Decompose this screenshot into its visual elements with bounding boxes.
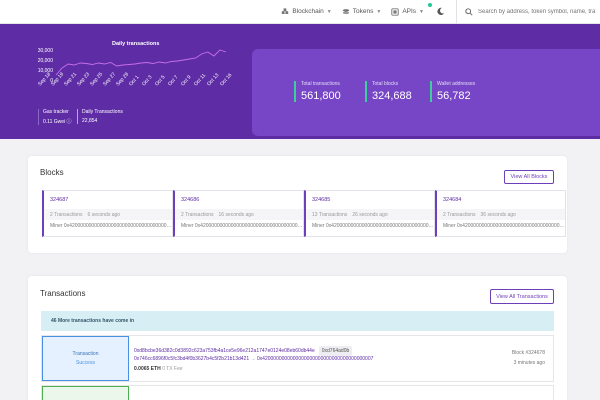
x-tick-label: Oct 13 — [206, 72, 220, 87]
block-number-link[interactable]: 324686 — [181, 197, 199, 203]
nav-blockchain[interactable]: Blockchain ▼ — [281, 7, 332, 16]
block-tile[interactable]: 324684 2 Transactions 36 seconds ago Mine… — [435, 190, 566, 237]
nav-blockchain-label: Blockchain — [292, 8, 324, 15]
transaction-hash-line: 0xd8bcbe36d382c0d3892c623a753fb4a1ce5e96… — [134, 346, 353, 356]
transaction-block-info: Block #324678 3 minutes ago — [512, 348, 545, 368]
x-tick-label: Sep 23 — [76, 71, 91, 87]
info-icon: ⓘ — [66, 119, 72, 125]
block-tx-count[interactable]: 2 Transactions — [181, 212, 214, 218]
tokens-icon — [342, 8, 349, 14]
top-nav: Blockchain ▼ Tokens ▼ APIs ▼ — [0, 0, 600, 24]
x-tick-label: Oct 3 — [141, 74, 154, 87]
chevron-down-icon: ▼ — [376, 8, 382, 15]
from-address-link[interactable]: 0x746cc6896f0c5fc3bd4f0b3627b4c5f2b21b13… — [134, 356, 249, 362]
blocks-card: Blocks View All Blocks 324687 2 Transact… — [28, 156, 567, 253]
stats-panel: Total transactions 561,800 Total blocks … — [252, 49, 600, 136]
transaction-value: 0.0065 ETH — [134, 366, 161, 372]
x-tick-label: Oct 7 — [167, 74, 180, 87]
transaction-row: Transaction Success 0xd8bcbe36d382c0d389… — [41, 335, 554, 382]
view-all-transactions-button[interactable]: View All Transactions — [490, 289, 554, 304]
x-tick-label: Oct 5 — [154, 74, 167, 87]
x-tick-label: Oct 11 — [193, 72, 207, 87]
block-miner[interactable]: Miner 0x42000000000000000000000000000000… — [443, 223, 566, 229]
chevron-down-icon: ▼ — [419, 8, 424, 15]
series-line — [55, 49, 227, 76]
api-icon — [391, 7, 399, 16]
search-bar — [456, 0, 596, 24]
nav-apis-label: APIs — [402, 8, 417, 15]
method-badge: 0xd764ad0b — [318, 346, 353, 356]
block-miner[interactable]: Miner 0x42000000000000000000000000000000… — [181, 223, 304, 229]
block-tx-count[interactable]: 2 Transactions — [50, 212, 83, 218]
transaction-hash-link[interactable]: 0xd8bcbe36d382c0d3892c623a753fb4a1ce5e96… — [134, 348, 315, 354]
nav-tokens-label: Tokens — [352, 8, 374, 15]
y-tick-label: 20,000 — [38, 58, 54, 64]
transaction-type: Transaction — [72, 351, 99, 357]
gas-tracker-label: Gas tracker — [43, 109, 69, 115]
block-age: 16 seconds ago — [218, 211, 254, 218]
transaction-block-link[interactable]: Block #324678 — [512, 348, 545, 358]
daily-transactions-label: Daily Transactions — [82, 109, 123, 115]
transaction-status — [42, 386, 129, 400]
x-tick-label: Oct 16 — [219, 72, 233, 87]
block-miner[interactable]: Miner 0x42000000000000000000000000000000… — [312, 223, 435, 229]
transaction-status-text: Success — [76, 360, 95, 366]
stat-label: Total transactions — [301, 81, 340, 87]
block-tx-count[interactable]: 2 Transactions — [443, 212, 476, 218]
search-input[interactable] — [478, 8, 596, 15]
stat-label: Wallet addresses — [437, 81, 476, 87]
y-tick-label: 30,000 — [38, 48, 54, 54]
blocks-title: Blocks — [40, 168, 64, 177]
block-miner[interactable]: Miner 0x42000000000000000000000000000000… — [50, 223, 173, 229]
transaction-row — [41, 385, 554, 400]
block-age: 26 seconds ago — [352, 211, 388, 218]
block-age: 6 seconds ago — [87, 211, 121, 218]
daily-transactions-stat: Daily Transactions 22,854 — [77, 109, 123, 124]
transactions-card: Transactions View All Transactions 46 Mo… — [28, 276, 567, 400]
new-transactions-alert[interactable]: 46 More transactions have come in — [41, 311, 554, 331]
cubes-icon — [282, 7, 289, 14]
block-age: 36 seconds ago — [480, 211, 516, 218]
gas-tracker[interactable]: Gas tracker 0.11 Gwei ⓘ — [38, 109, 72, 125]
daily-transactions-value: 22,854 — [82, 118, 98, 124]
stat-value: 324,688 — [372, 90, 412, 102]
transaction-fee: 0 TX Fee — [162, 366, 183, 372]
transaction-value-line: 0.0065 ETH 0 TX Fee — [134, 366, 183, 372]
search-icon — [465, 7, 473, 16]
stat-label: Total blocks — [372, 81, 399, 87]
stat-total-transactions: Total transactions 561,800 — [294, 81, 341, 102]
block-tx-count[interactable]: 13 Transactions — [312, 212, 347, 218]
block-number-link[interactable]: 324687 — [50, 197, 68, 203]
block-number-link[interactable]: 324685 — [312, 197, 330, 203]
transactions-title: Transactions — [40, 289, 86, 298]
nav-apis[interactable]: APIs ▼ — [391, 7, 424, 16]
gas-tracker-value: 0.11 Gwei — [43, 119, 66, 125]
block-number-link[interactable]: 324684 — [443, 197, 461, 203]
stat-value: 561,800 — [301, 90, 341, 102]
x-tick-label: Oct 1 — [128, 74, 141, 87]
stat-value: 56,782 — [437, 90, 471, 102]
nav-tokens[interactable]: Tokens ▼ — [342, 8, 382, 16]
chevron-down-icon: ▼ — [326, 8, 332, 15]
transaction-age: 3 minutes ago — [513, 360, 545, 366]
block-tile[interactable]: 324685 13 Transactions 26 seconds ago Min… — [304, 190, 435, 237]
status-dot — [428, 2, 432, 7]
x-tick-label: Sep 25 — [89, 71, 104, 87]
stat-wallet-addresses: Wallet addresses 56,782 — [430, 81, 475, 102]
x-tick-label: Sep 27 — [102, 71, 117, 87]
transaction-status: Transaction Success — [42, 336, 129, 381]
theme-toggle-button[interactable] — [428, 2, 446, 18]
moon-icon — [436, 7, 444, 16]
transaction-address-line: 0x746cc6896f0c5fc3bd4f0b3627b4c5f2b21b13… — [134, 356, 373, 362]
block-tile[interactable]: 324687 2 Transactions 6 seconds ago Miner… — [42, 190, 173, 237]
x-tick-label: Sep 29 — [115, 71, 130, 87]
to-address-link[interactable]: 0x42000000000000000000000000000000000000… — [257, 356, 374, 362]
view-all-blocks-button[interactable]: View All Blocks — [504, 170, 554, 184]
stat-total-blocks: Total blocks 324,688 — [365, 81, 412, 102]
block-tile[interactable]: 324686 2 Transactions 16 seconds ago Mine… — [173, 190, 304, 237]
x-tick-label: Oct 9 — [180, 74, 193, 87]
x-tick-label: Sep 21 — [63, 71, 78, 87]
